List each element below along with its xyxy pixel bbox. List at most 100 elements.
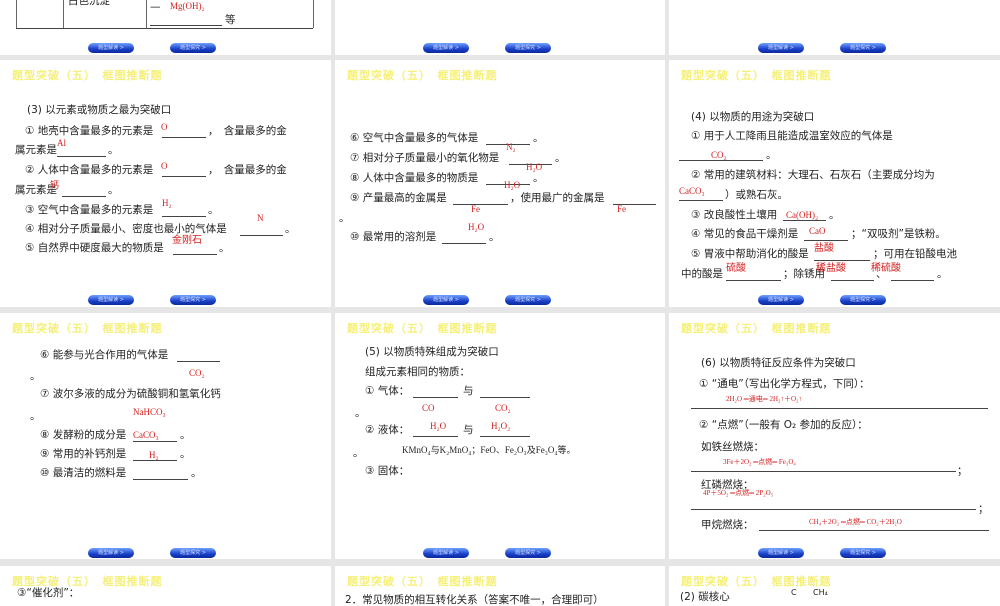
table-border <box>16 28 313 29</box>
question: ① “通电”（写出化学方程式，下同）： <box>699 378 870 390</box>
explore-button[interactable]: 题型探究 > <box>170 43 216 53</box>
answer: H₂ <box>162 198 172 208</box>
table-border <box>313 0 314 28</box>
slide-12: 题型突破（五） 框图推断题 (2) 碳核心 C CH₄ <box>669 566 1000 606</box>
period: 。 <box>219 242 230 254</box>
question-text: ，使用最广的金属是 <box>510 192 605 204</box>
answer: CaO <box>809 226 826 236</box>
blank <box>162 137 206 138</box>
period: 。 <box>355 407 366 419</box>
blank <box>442 243 486 244</box>
dash: — <box>150 1 161 13</box>
blank <box>133 479 188 480</box>
answer: 钙 <box>50 180 60 190</box>
section-title: (4) 以物质的用途为突破口 <box>691 111 815 123</box>
read-button[interactable]: 题型解读 > <box>758 548 804 558</box>
explore-button[interactable]: 题型探究 > <box>840 43 886 53</box>
explore-button[interactable]: 题型探究 > <box>170 548 216 558</box>
period: 。 <box>30 370 41 382</box>
blank <box>831 280 874 281</box>
carbon-label: C <box>791 588 797 597</box>
explore-button[interactable]: 题型探究 > <box>505 295 551 305</box>
answer: H₂O <box>468 222 485 232</box>
answer-line <box>691 471 956 472</box>
answer: H₂O <box>504 180 521 190</box>
slide-11: 题型突破（五） 框图推断题 2．常见物质的相互转化关系（答案不唯一，合理即可） <box>335 566 665 606</box>
answer: 稀盐酸 <box>816 263 846 274</box>
slide-header: 题型突破（五） 框图推断题 <box>347 575 498 588</box>
read-button[interactable]: 题型解读 > <box>423 548 469 558</box>
answer: O <box>161 122 168 132</box>
period: 。 <box>766 149 777 161</box>
question: ⑩ 最清洁的燃料是 <box>40 467 127 479</box>
question: ① 地壳中含量最多的元素是 <box>25 125 154 137</box>
blank <box>173 254 217 255</box>
slide-header: 题型突破（五） 框图推断题 <box>347 322 498 335</box>
question-text: ；可用在铅酸电池 <box>873 248 957 260</box>
read-button[interactable]: 题型解读 > <box>423 43 469 53</box>
read-button[interactable]: 题型解读 > <box>758 295 804 305</box>
read-button[interactable]: 题型解读 > <box>423 295 469 305</box>
semicolon: ； <box>957 465 968 477</box>
slide-header: 题型突破（五） 框图推断题 <box>681 322 832 335</box>
blank <box>413 436 458 437</box>
equation: 4P＋5O₂ ═点燃═ 2P₂O₅ <box>703 489 774 497</box>
table-border <box>16 0 17 28</box>
blank <box>177 361 220 362</box>
label: 如铁丝燃烧： <box>701 441 764 453</box>
explore-button[interactable]: 题型探究 > <box>170 295 216 305</box>
period: 。 <box>533 172 544 184</box>
answer: CO <box>422 403 435 413</box>
blank <box>162 216 206 217</box>
question: ④ 相对分子质量最小、密度也最小的气体是 <box>25 223 227 235</box>
answer: 稀硫酸 <box>871 263 901 274</box>
question: ⑧ 发酵粉的成分是 <box>40 429 127 441</box>
with-label: 与 <box>463 424 474 436</box>
period: 。 <box>180 448 191 460</box>
read-button[interactable]: 题型解读 > <box>88 43 134 53</box>
read-button[interactable]: 题型解读 > <box>88 295 134 305</box>
answer: N₂ <box>506 142 516 152</box>
blank <box>480 397 530 398</box>
item-text: (2) 碳核心 <box>680 591 730 603</box>
question: ① 气体： <box>365 385 410 397</box>
read-button[interactable]: 题型解读 > <box>88 548 134 558</box>
answer: N <box>257 213 264 223</box>
period: 。 <box>555 152 566 164</box>
slide-5: 题型突破（五） 框图推断题 ⑥ 空气中含量最多的气体是 。 ⑦ 相对分子质量最小… <box>335 60 665 307</box>
question: ⑧ 人体中含量最多的物质是 <box>350 172 479 184</box>
semicolon: ； <box>978 503 989 515</box>
question: ③ 改良酸性土壤用 <box>691 209 778 221</box>
read-button[interactable]: 题型解读 > <box>758 43 804 53</box>
explore-button[interactable]: 题型探究 > <box>505 43 551 53</box>
answer: CO₂ <box>495 403 511 413</box>
answer: NaHCO₃ <box>133 407 166 417</box>
answer-line <box>691 408 988 409</box>
question: ③ 固体： <box>365 465 410 477</box>
question-text: ）或熟石灰。 <box>725 189 788 201</box>
section-title: (3) 以元素或物质之最为突破口 <box>27 104 172 116</box>
period: 。 <box>353 447 364 459</box>
explore-button[interactable]: 题型探究 > <box>840 548 886 558</box>
blank <box>814 260 870 261</box>
slide-6: 题型突破（五） 框图推断题 (4) 以物质的用途为突破口 ① 用于人工降雨且能造… <box>669 60 1000 307</box>
slide-2: 题型解读 > 题型探究 > <box>335 0 665 55</box>
period: 。 <box>208 204 219 216</box>
blank <box>57 156 106 157</box>
explore-button[interactable]: 题型探究 > <box>505 548 551 558</box>
slide-4: 题型突破（五） 框图推断题 (3) 以元素或物质之最为突破口 ① 地壳中含量最多… <box>0 60 331 307</box>
answer: 金刚石 <box>172 235 202 246</box>
question: ① 用于人工降雨且能造成温室效应的气体是 <box>691 130 893 142</box>
period: 。 <box>180 429 191 441</box>
answer: H₂O <box>526 162 543 172</box>
explore-button[interactable]: 题型探究 > <box>840 295 886 305</box>
question: ⑦ 相对分子质量最小的氧化物是 <box>350 152 500 164</box>
blank <box>726 280 781 281</box>
answer: 硫酸 <box>726 263 746 274</box>
question-text: ；“双吸剂”是铁粉。 <box>851 228 946 240</box>
answer: O <box>161 161 168 171</box>
answer-line <box>691 509 976 510</box>
question-text: ， 含量最多的金 <box>208 164 287 176</box>
blank <box>480 436 530 437</box>
blank <box>891 280 934 281</box>
